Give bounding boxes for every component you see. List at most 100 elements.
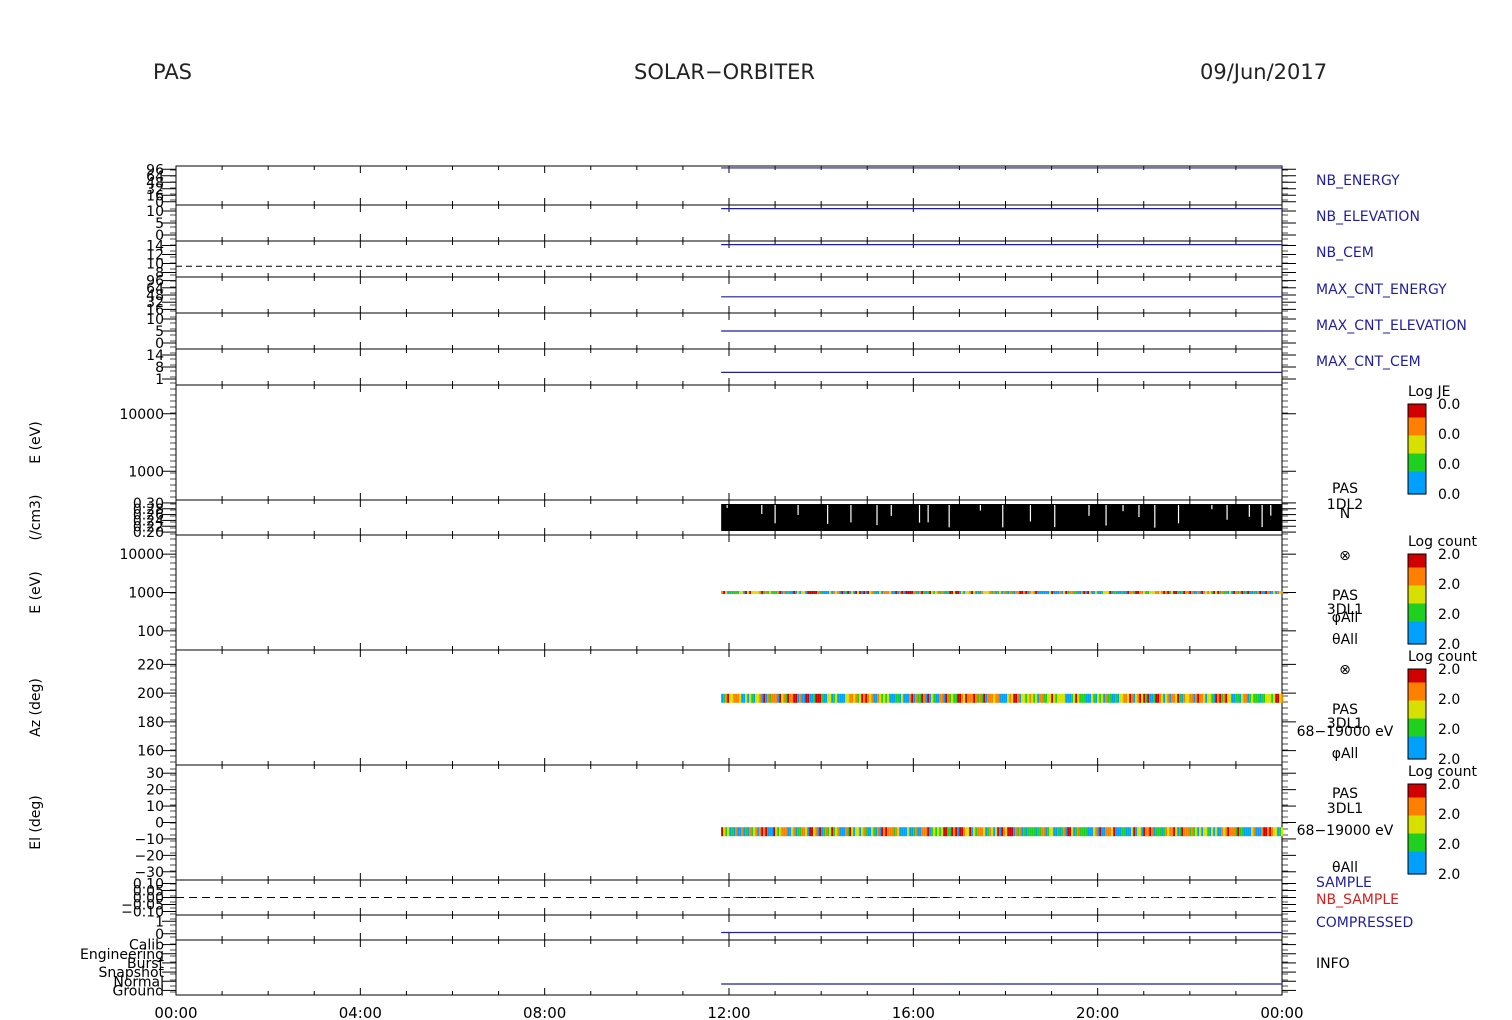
elevation-spectrogram-band-cell — [1227, 827, 1230, 837]
azimuth-spectrogram-band-cell — [1177, 693, 1180, 703]
energy-spectrogram-band-cell — [967, 591, 970, 594]
energy-spectrogram-band-cell — [749, 591, 752, 594]
energy-spectrogram-band-cell — [1165, 591, 1168, 594]
elevation-spectrogram-band-cell — [849, 827, 852, 837]
elevation-spectrogram-band-cell — [995, 827, 998, 837]
energy-spectrogram-band-cell — [1003, 591, 1006, 594]
elevation-spectrogram-band-cell — [1117, 827, 1120, 837]
elevation-spectrogram-band-cell — [1245, 827, 1248, 837]
azimuth-spectrogram-band-cell — [1145, 693, 1148, 703]
energy-spectrogram-band-cell — [1007, 591, 1010, 594]
energy-spectrogram-band-cell — [1195, 591, 1198, 594]
energy-spectrogram-band-cell — [809, 591, 812, 594]
elevation-spectrogram-band-cell — [877, 827, 880, 837]
energy-spectrogram-band-cell — [767, 591, 770, 594]
azimuth-spectrogram-band-cell — [1259, 693, 1262, 703]
azimuth-spectrogram-band-cell — [831, 693, 834, 703]
elevation-spectrogram-band-cell — [1047, 827, 1050, 837]
energy-spectrogram-band-cell — [1247, 591, 1250, 594]
elevation-spectrogram-band-cell — [885, 827, 888, 837]
elevation-spectrogram-band-cell — [1217, 827, 1220, 837]
azimuth-spectrogram-band-cell — [855, 693, 858, 703]
energy-spectrogram-band-cell — [1119, 591, 1122, 594]
elevation-spectrogram-band-cell — [777, 827, 780, 837]
azimuth-spectrogram-band-cell — [1219, 693, 1222, 703]
azimuth-spectrogram-band-cell — [989, 693, 992, 703]
energy-spectrogram-band-cell — [787, 591, 790, 594]
azimuth-spectrogram-band-cell — [827, 693, 830, 703]
energy-spectrogram-band-cell — [1253, 591, 1256, 594]
azimuth-spectrogram-band-cell — [985, 693, 988, 703]
energy-spectrogram-ytick-label: 1000 — [128, 586, 164, 602]
je-spectrogram-frame — [175, 384, 1283, 501]
elevation-spectrogram-band-cell — [765, 827, 768, 837]
info-ytick-label: Ground — [113, 983, 165, 999]
azimuth-spectrogram-band-cell — [997, 693, 1000, 703]
energy-spectrogram-band-cell — [779, 591, 782, 594]
elevation-spectrogram-band-cell — [721, 827, 724, 837]
azimuth-spectrogram-band-cell — [749, 693, 752, 703]
elevation-spectrogram-band-cell — [933, 827, 936, 837]
energy-spectrogram-band-cell — [945, 591, 948, 594]
azimuth-spectrogram-band-cell — [1223, 693, 1226, 703]
energy-spectrogram-band-cell — [995, 591, 998, 594]
azimuth-spectrogram-band-cell — [1263, 693, 1266, 703]
energy-spectrogram-band-cell — [1033, 591, 1036, 594]
azimuth-spectrogram-band-cell — [809, 693, 812, 703]
azimuth-spectrogram-band-cell — [845, 693, 848, 703]
energy-spectrogram-band-cell — [911, 591, 914, 594]
energy-spectrogram-band-cell — [871, 591, 874, 594]
elevation-spectrogram-band-cell — [805, 827, 808, 837]
elevation-spectrogram-band-cell — [939, 827, 942, 837]
energy-spectrogram-band-cell — [1199, 591, 1202, 594]
elevation-spectrogram-band-cell — [1097, 827, 1100, 837]
elevation-spectrogram-band-cell — [1221, 827, 1224, 837]
energy-spectrogram-band-cell — [1099, 591, 1102, 594]
energy-spectrogram-band-cell — [1249, 591, 1252, 594]
energy-spectrogram-side-label: ⊗ — [1339, 548, 1351, 564]
energy-spectrogram-band-cell — [839, 591, 842, 594]
elevation-spectrogram-band-cell — [1005, 827, 1008, 837]
azimuth-spectrogram-band-cell — [1169, 693, 1172, 703]
elevation-spectrogram-band-cell — [887, 827, 890, 837]
elevation-spectrogram-band-cell — [783, 827, 786, 837]
azimuth-spectrogram-band-cell — [1053, 693, 1056, 703]
elevation-spectrogram-band-cell — [1065, 827, 1068, 837]
azimuth-spectrogram-band-cell — [861, 693, 864, 703]
energy-spectrogram-band-cell — [1257, 591, 1260, 594]
azimuth-spectrogram-band-cell — [1257, 693, 1260, 703]
azimuth-spectrogram-band-cell — [1247, 693, 1250, 703]
elevation-spectrogram-band-cell — [809, 827, 812, 837]
azimuth-spectrogram-band-cell — [1079, 693, 1082, 703]
elevation-spectrogram-band-cell — [779, 827, 782, 837]
azimuth-spectrogram-band-cell — [905, 693, 908, 703]
je-spectrogram-ytick-label: 1000 — [128, 464, 164, 480]
azimuth-spectrogram-band-cell — [821, 693, 824, 703]
azimuth-spectrogram-ytick-label: 160 — [137, 744, 164, 760]
azimuth-spectrogram-band-cell — [1225, 693, 1228, 703]
azimuth-spectrogram-band-cell — [1175, 693, 1178, 703]
elevation-spectrogram-band-cell — [1133, 827, 1136, 837]
energy-spectrogram-band-cell — [987, 591, 990, 594]
energy-spectrogram-band-cell — [971, 591, 974, 594]
energy-spectrogram-band-cell — [1097, 591, 1100, 594]
elevation-spectrogram-band-cell — [937, 827, 940, 837]
azimuth-spectrogram-band-cell — [829, 693, 832, 703]
elevation-spectrogram-band-cell — [991, 827, 994, 837]
azimuth-spectrogram-band-cell — [961, 693, 964, 703]
energy-spectrogram-band-cell — [899, 591, 902, 594]
elevation-spectrogram-band-cell — [997, 827, 1000, 837]
azimuth-spectrogram-side-label: ⊗ — [1339, 662, 1351, 678]
elevation-spectrogram-band-cell — [1213, 827, 1216, 837]
energy-spectrogram-band-cell — [949, 591, 952, 594]
energy-spectrogram-band-cell — [1275, 591, 1278, 594]
elevation-spectrogram-band-cell — [1023, 827, 1026, 837]
elevation-spectrogram-band-cell — [767, 827, 770, 837]
elevation-spectrogram-band-cell — [1083, 827, 1086, 837]
energy-spectrogram-band-cell — [885, 591, 888, 594]
energy-spectrogram-colorbar-label: 2.0 — [1438, 577, 1460, 593]
azimuth-spectrogram-band-cell — [857, 693, 860, 703]
energy-spectrogram-band-cell — [1109, 591, 1112, 594]
azimuth-spectrogram-band-cell — [981, 693, 984, 703]
elevation-spectrogram-band-cell — [1265, 827, 1268, 837]
